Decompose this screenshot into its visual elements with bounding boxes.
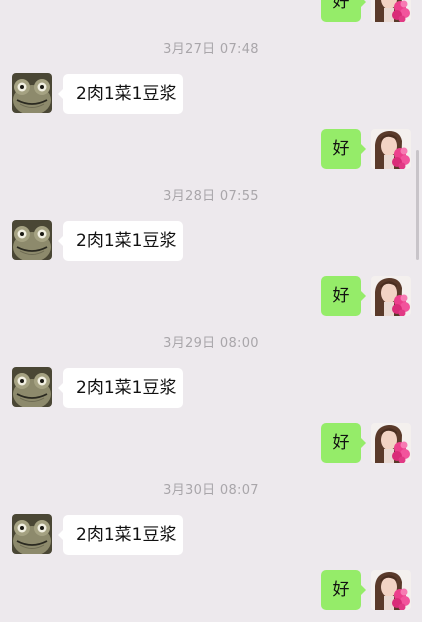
message-timestamp: 3月28日 07:55 [163, 189, 259, 204]
incoming-message-bubble[interactable]: 2肉1菜1豆浆 [58, 515, 183, 555]
outgoing-message-bubble[interactable]: 好 [321, 423, 366, 463]
outgoing-message-bubble[interactable]: 好 [321, 0, 366, 22]
message-timestamp: 3月30日 08:07 [163, 483, 259, 498]
girl-with-flowers-avatar-icon[interactable] [371, 423, 411, 463]
incoming-message-bubble[interactable]: 2肉1菜1豆浆 [58, 74, 183, 114]
frog-avatar-icon[interactable] [12, 367, 52, 407]
frog-avatar-icon[interactable] [12, 220, 52, 260]
outgoing-message-bubble[interactable]: 好 [321, 276, 366, 316]
outgoing-message-bubble[interactable]: 好 [321, 129, 366, 169]
girl-with-flowers-avatar-icon[interactable] [371, 129, 411, 169]
girl-with-flowers-avatar-icon[interactable] [371, 0, 411, 22]
chat-message-list[interactable]: 好 3月27日 07:48 2肉1菜1豆浆 好 3月28日 07:55 2肉1菜… [0, 0, 422, 622]
scrollbar[interactable] [416, 150, 419, 260]
outgoing-message-bubble[interactable]: 好 [321, 570, 366, 610]
incoming-message-bubble[interactable]: 2肉1菜1豆浆 [58, 368, 183, 408]
girl-with-flowers-avatar-icon[interactable] [371, 570, 411, 610]
girl-with-flowers-avatar-icon[interactable] [371, 276, 411, 316]
message-timestamp: 3月29日 08:00 [163, 336, 259, 351]
incoming-message-bubble[interactable]: 2肉1菜1豆浆 [58, 221, 183, 261]
message-timestamp: 3月27日 07:48 [163, 42, 259, 57]
frog-avatar-icon[interactable] [12, 73, 52, 113]
frog-avatar-icon[interactable] [12, 514, 52, 554]
